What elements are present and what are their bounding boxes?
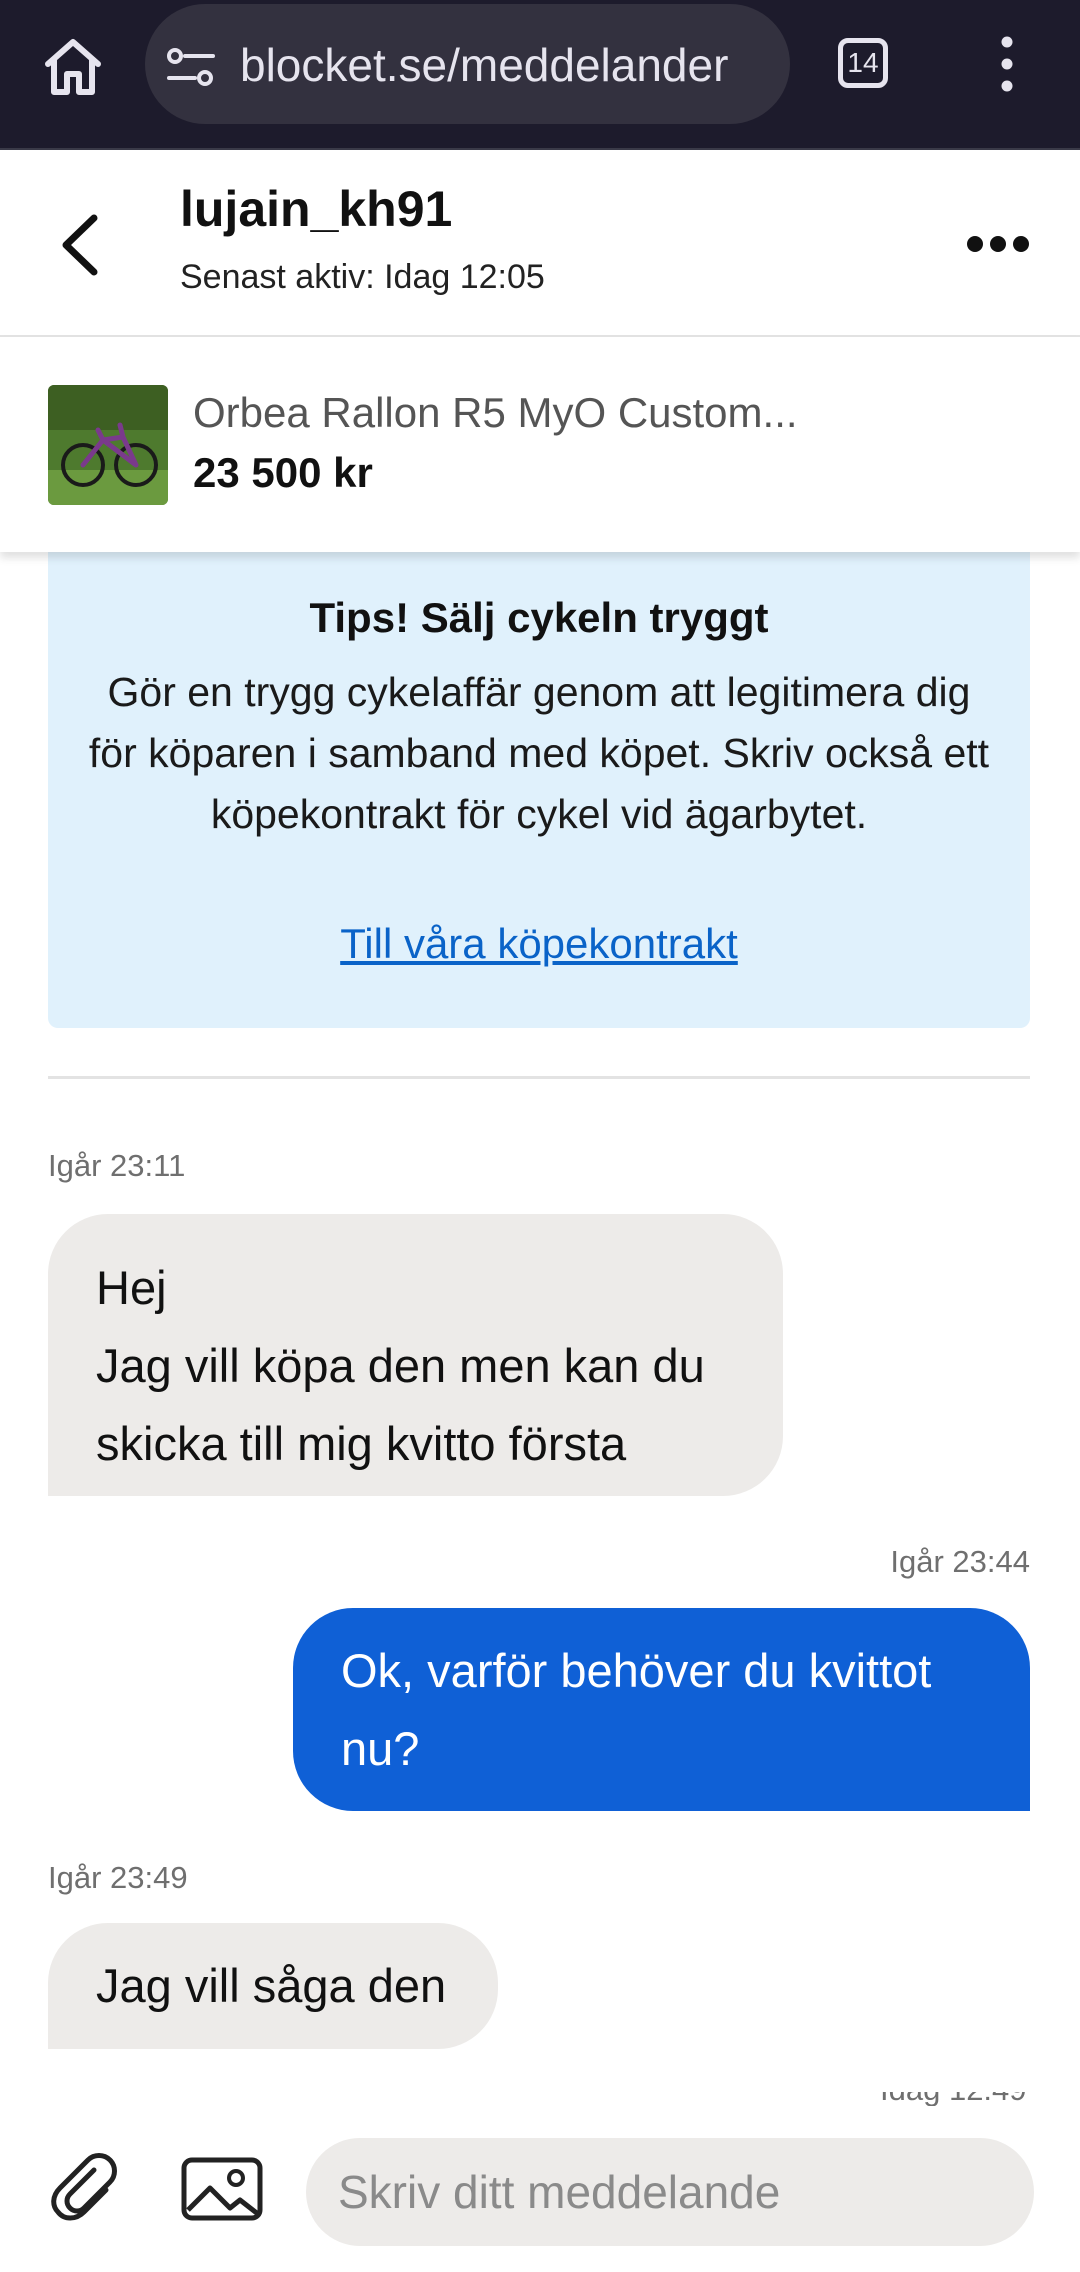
listing-thumbnail[interactable] (48, 385, 168, 505)
contract-link[interactable]: Till våra köpekontrakt (48, 920, 1030, 968)
contact-username[interactable]: lujain_kh91 (180, 180, 452, 238)
paperclip-icon[interactable] (48, 2148, 132, 2232)
image-upload-icon[interactable] (180, 2154, 264, 2224)
message-timestamp: Igår 23:44 (890, 1544, 1030, 1579)
browser-menu-icon[interactable] (995, 34, 1019, 94)
incoming-message-bubble[interactable]: Jag vill såga den (48, 1923, 498, 2049)
tip-body: Gör en trygg cykelaffär genom att legiti… (88, 669, 990, 837)
incoming-message-bubble[interactable]: Hej Jag vill köpa den men kan du skicka … (48, 1214, 783, 1496)
conversation-header: lujain_kh91 Senast aktiv: Idag 12:05 (0, 150, 1080, 337)
more-options-icon[interactable] (965, 232, 1031, 256)
message-input[interactable] (306, 2138, 1034, 2246)
message-timestamp: Igår 23:49 (48, 1860, 188, 1895)
message-composer (0, 2108, 1080, 2272)
message-timestamp-partial: Idag 12:49 (880, 2092, 1030, 2106)
tip-title: Tips! Sälj cykeln tryggt (309, 594, 769, 641)
listing-price: 23 500 kr (193, 449, 373, 496)
listing-title[interactable]: Orbea Rallon R5 MyO Custom... (193, 389, 798, 437)
safety-tip-box: Tips! Sälj cykeln tryggt Gör en trygg cy… (48, 552, 1030, 1028)
listing-card[interactable]: Orbea Rallon R5 MyO Custom... 23 500 kr (0, 337, 1080, 552)
tab-switcher-button[interactable]: 14 (838, 38, 888, 88)
url-text[interactable]: blocket.se/meddelander (240, 38, 728, 92)
message-timestamp: Igår 23:11 (48, 1148, 186, 1183)
back-arrow-icon[interactable] (52, 210, 112, 280)
last-active-status: Senast aktiv: Idag 12:05 (180, 258, 545, 296)
home-icon[interactable] (40, 34, 106, 100)
address-bar[interactable]: blocket.se/meddelander (145, 4, 790, 124)
divider (48, 1076, 1030, 1079)
browser-toolbar: blocket.se/meddelander 14 (0, 0, 1080, 151)
outgoing-message-bubble[interactable]: Ok, varför behöver du kvittot nu? (293, 1608, 1030, 1811)
site-settings-icon[interactable] (165, 44, 217, 90)
